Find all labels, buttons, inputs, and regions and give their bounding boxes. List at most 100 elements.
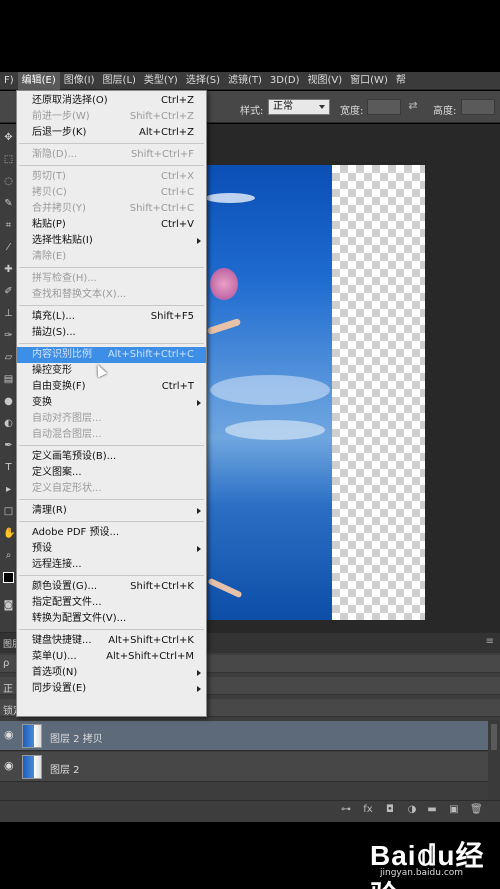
submenu-arrow-icon — [197, 546, 201, 552]
menu-item-label: 同步设置(E) — [32, 683, 87, 694]
menu-item[interactable]: Adobe PDF 预设... — [17, 525, 206, 541]
hand-tool-icon[interactable]: ✋ — [3, 528, 15, 539]
zoom-tool-icon[interactable]: ⌕ — [3, 550, 14, 561]
mask-icon[interactable]: ◘ — [384, 804, 396, 816]
menu-image[interactable]: 图像(I) — [60, 72, 99, 90]
path-select-icon[interactable]: ▸ — [3, 484, 14, 495]
menu-item[interactable]: 远程连接... — [17, 557, 206, 573]
folder-icon[interactable]: ▬ — [426, 804, 438, 816]
menu-item[interactable]: 后退一步(K) Alt+Ctrl+Z — [17, 125, 206, 141]
move-tool-icon[interactable]: ✥ — [3, 132, 14, 143]
layer-name: 图层 2 — [50, 765, 80, 776]
menu-item-shortcut: Ctrl+X — [160, 171, 194, 182]
menu-item[interactable]: 粘贴(P) Ctrl+V — [17, 217, 206, 233]
quickmask-icon[interactable]: ◙ — [3, 600, 14, 611]
menu-item[interactable]: 清理(R) — [17, 503, 206, 519]
blend-mode-label[interactable]: 正 — [3, 680, 13, 695]
menu-item[interactable]: 定义自定形状... — [17, 481, 206, 497]
layers-scrollbar[interactable] — [488, 720, 500, 800]
panel-menu-icon[interactable]: ≡ — [486, 636, 494, 647]
eyedropper-icon[interactable]: ⁄ — [3, 242, 14, 253]
eye-icon[interactable]: ◉ — [4, 760, 16, 771]
quick-select-icon[interactable]: ✎ — [3, 198, 14, 209]
menu-item[interactable]: 转换为配置文件(V)... — [17, 611, 206, 627]
menu-item[interactable]: 拼写检查(H)... — [17, 271, 206, 287]
style-select[interactable]: 正常 — [268, 99, 330, 115]
menu-item[interactable]: 合并拷贝(Y) Shift+Ctrl+C — [17, 201, 206, 217]
menu-file[interactable]: F) — [0, 72, 18, 90]
type-tool-icon[interactable]: T — [3, 462, 14, 473]
filter-kind-label[interactable]: ρ — [3, 658, 9, 669]
stamp-tool-icon[interactable]: ⊥ — [3, 308, 14, 319]
menu-item-label: 定义画笔预设(B)... — [32, 451, 117, 462]
width-field[interactable] — [367, 99, 401, 115]
adjustment-icon[interactable]: ◑ — [406, 804, 418, 816]
menu-item[interactable]: 键盘快捷键... Alt+Shift+Ctrl+K — [17, 633, 206, 649]
gradient-tool-icon[interactable]: ▤ — [3, 374, 14, 385]
menu-item-label: 填充(L)... — [32, 311, 75, 322]
menu-item[interactable]: 内容识别比例 Alt+Shift+Ctrl+C — [17, 347, 206, 363]
menu-item[interactable]: 定义画笔预设(B)... — [17, 449, 206, 465]
new-layer-icon[interactable]: ▣ — [448, 804, 460, 816]
history-brush-icon[interactable]: ✑ — [3, 330, 14, 341]
swap-icon[interactable]: ⇄ — [407, 100, 419, 112]
menu-filter[interactable]: 滤镜(T) — [224, 72, 266, 90]
dodge-tool-icon[interactable]: ◐ — [3, 418, 14, 429]
trash-icon[interactable]: 🗑 — [470, 804, 483, 816]
menu-item[interactable]: 首选项(N) — [17, 665, 206, 681]
menu-window[interactable]: 窗口(W) — [346, 72, 392, 90]
menu-help[interactable]: 帮 — [392, 72, 410, 90]
layer-thumbnail — [22, 755, 42, 779]
brush-tool-icon[interactable]: ✐ — [3, 286, 14, 297]
menu-item[interactable]: 指定配置文件... — [17, 595, 206, 611]
pen-tool-icon[interactable]: ✒ — [3, 440, 14, 451]
menu-type[interactable]: 类型(Y) — [140, 72, 182, 90]
crop-tool-icon[interactable]: ⌗ — [3, 220, 14, 231]
shape-tool-icon[interactable]: □ — [3, 506, 14, 517]
menu-item[interactable]: 拷贝(C) Ctrl+C — [17, 185, 206, 201]
healing-icon[interactable]: ✚ — [3, 264, 14, 275]
menu-layer[interactable]: 图层(L) — [99, 72, 140, 90]
menu-item[interactable]: 同步设置(E) — [17, 681, 206, 697]
menu-item[interactable]: 定义图案... — [17, 465, 206, 481]
menu-item[interactable]: 自由变换(F) Ctrl+T — [17, 379, 206, 395]
menu-item-label: 远程连接... — [32, 559, 82, 570]
menu-item[interactable]: 描边(S)... — [17, 325, 206, 341]
layer-row[interactable]: ◉ 图层 2 拷贝 — [0, 721, 488, 751]
eye-icon[interactable]: ◉ — [4, 729, 16, 740]
menu-item[interactable]: 颜色设置(G)... Shift+Ctrl+K — [17, 579, 206, 595]
menu-item[interactable]: 渐隐(D)... Shift+Ctrl+F — [17, 147, 206, 163]
menu-item[interactable]: 预设 — [17, 541, 206, 557]
submenu-arrow-icon — [197, 686, 201, 692]
menu-item[interactable]: 填充(L)... Shift+F5 — [17, 309, 206, 325]
menu-item[interactable]: 变换 — [17, 395, 206, 411]
menu-item[interactable]: 自动混合图层... — [17, 427, 206, 443]
menu-item[interactable]: 菜单(U)... Alt+Shift+Ctrl+M — [17, 649, 206, 665]
menu-item[interactable]: 还原取消选择(O) Ctrl+Z — [17, 93, 206, 109]
menu-item[interactable]: 选择性粘贴(I) — [17, 233, 206, 249]
eraser-tool-icon[interactable]: ▱ — [3, 352, 14, 363]
foreground-color-swatch[interactable] — [3, 572, 14, 583]
blur-tool-icon[interactable]: ● — [3, 396, 14, 407]
menu-edit[interactable]: 编辑(E) — [17, 71, 60, 90]
menu-select[interactable]: 选择(S) — [182, 72, 224, 90]
menu-item[interactable]: 查找和替换文本(X)... — [17, 287, 206, 303]
menu-separator — [19, 499, 204, 500]
menu-3d[interactable]: 3D(D) — [266, 72, 304, 90]
menu-item[interactable]: 前进一步(W) Shift+Ctrl+Z — [17, 109, 206, 125]
menu-view[interactable]: 视图(V) — [304, 72, 347, 90]
menu-item[interactable]: 自动对齐图层... — [17, 411, 206, 427]
menu-item-shortcut: Ctrl+C — [160, 187, 194, 198]
menu-separator — [19, 267, 204, 268]
link-layers-icon[interactable]: ⊶ — [340, 804, 352, 816]
fx-icon[interactable]: fx — [362, 804, 374, 816]
layer-row[interactable]: ◉ 图层 2 — [0, 752, 488, 782]
menu-item[interactable]: 操控变形 — [17, 363, 206, 379]
marquee-tool-icon[interactable]: ⬚ — [3, 154, 14, 165]
height-field[interactable] — [461, 99, 495, 115]
document-canvas[interactable] — [205, 165, 425, 620]
menu-item[interactable]: 清除(E) — [17, 249, 206, 265]
menu-item[interactable]: 剪切(T) Ctrl+X — [17, 169, 206, 185]
style-label: 样式: — [240, 106, 264, 117]
lasso-tool-icon[interactable]: ◌ — [3, 176, 14, 187]
